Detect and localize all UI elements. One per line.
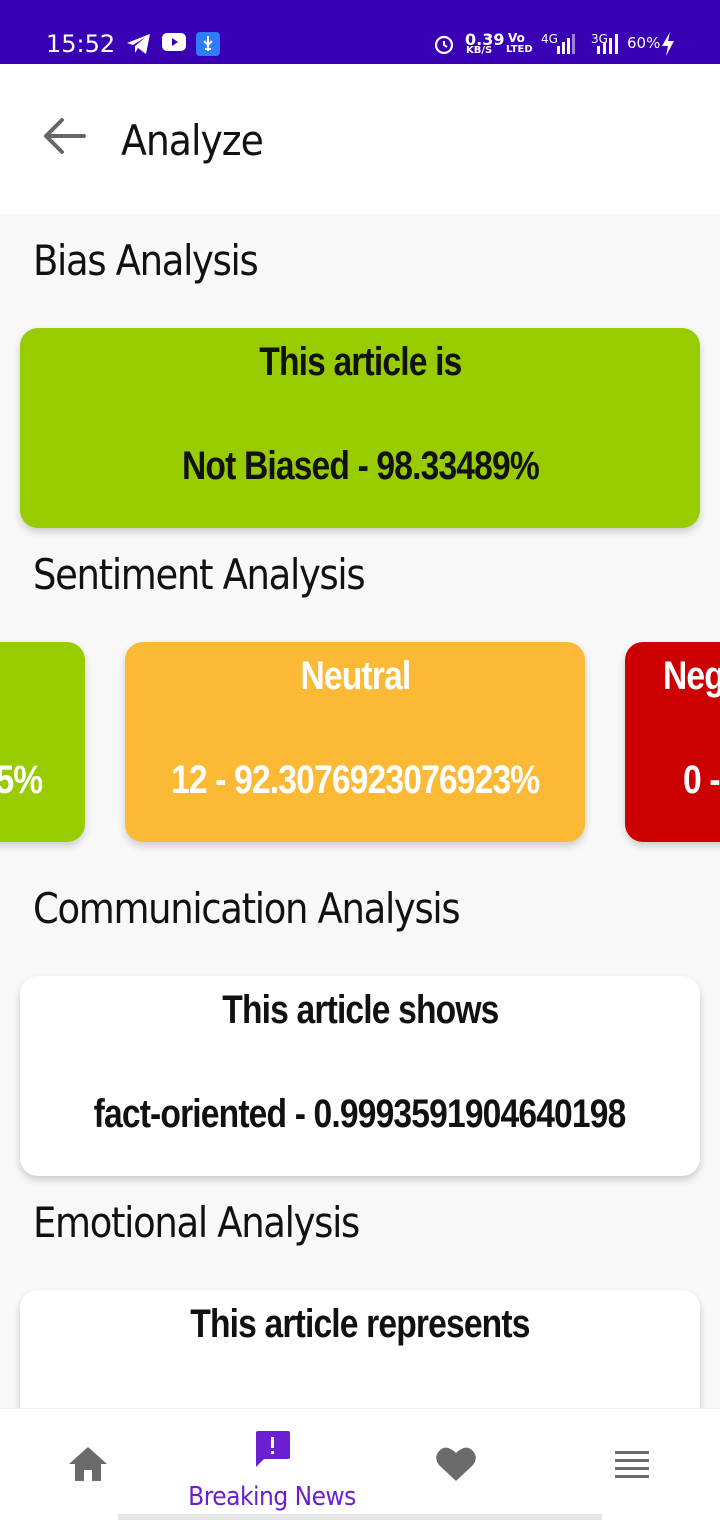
back-button[interactable]: [36, 110, 92, 166]
bias-result-card: This article is Not Biased - 98.33489%: [20, 328, 700, 528]
signal-icon-2: [597, 34, 621, 59]
app-bar: Analyze: [0, 64, 720, 214]
bias-card-value: Not Biased - 98.33489%: [181, 444, 540, 488]
communication-card-value: fact-oriented - 0.9993591904640198: [94, 1092, 627, 1136]
sentiment-negative-label: Neg: [663, 654, 720, 698]
sentiment-positive-value: 5%: [0, 758, 43, 802]
nav-home[interactable]: [48, 1409, 128, 1520]
net-speed-unit: KB/S: [466, 45, 493, 56]
communication-result-card: This article shows fact-oriented - 0.999…: [20, 976, 700, 1176]
nav-breaking-news[interactable]: Breaking News: [172, 1409, 372, 1520]
battery-percent: 60%: [627, 34, 661, 52]
sentiment-card-positive[interactable]: 5%: [0, 642, 85, 842]
emotional-card-heading: This article represents: [190, 1302, 530, 1346]
sentiment-card-neutral[interactable]: Neutral 12 - 92.3076923076923%: [125, 642, 585, 842]
volte-top: Vo: [508, 31, 525, 45]
heart-icon: [435, 1445, 477, 1488]
nav-favorites[interactable]: [416, 1409, 496, 1520]
breaking-news-icon: [252, 1429, 292, 1474]
nav-menu[interactable]: [592, 1409, 672, 1520]
sentiment-negative-value: 0 -: [683, 758, 720, 802]
sentiment-carousel[interactable]: 5% Neutral 12 - 92.3076923076923% Neg 0 …: [0, 622, 720, 862]
sentiment-neutral-value: 12 - 92.3076923076923%: [170, 758, 540, 802]
gesture-bar: [118, 1514, 602, 1520]
menu-icon: [615, 1449, 649, 1486]
page-title: Analyze: [121, 116, 264, 165]
sentiment-section-title: Sentiment Analysis: [33, 550, 366, 599]
battery-charging-icon: [661, 32, 675, 61]
status-bar: 15:52 0.39 KB/S Vo LTED 4G 3G 60%: [0, 0, 720, 64]
volte-bottom: LTED: [506, 44, 533, 55]
arrow-back-icon: [42, 116, 86, 161]
usb-debug-icon: [196, 32, 220, 61]
telegram-icon: [126, 32, 152, 61]
communication-card-heading: This article shows: [221, 988, 499, 1032]
youtube-icon: [162, 32, 186, 57]
communication-section-title: Communication Analysis: [33, 884, 461, 933]
status-time: 15:52: [46, 30, 116, 58]
home-icon: [67, 1445, 109, 1488]
emotional-section-title: Emotional Analysis: [33, 1198, 360, 1247]
network-4g-label: 4G: [541, 32, 558, 46]
bias-card-heading: This article is: [258, 340, 462, 384]
sentiment-card-negative[interactable]: Neg 0 -: [625, 642, 720, 842]
bias-section-title: Bias Analysis: [33, 236, 259, 285]
bottom-navigation: Breaking News: [0, 1408, 720, 1520]
signal-icon: [557, 34, 575, 59]
alarm-icon: [433, 33, 455, 60]
sentiment-neutral-label: Neutral: [300, 654, 411, 698]
nav-breaking-news-label: Breaking News: [188, 1482, 356, 1512]
